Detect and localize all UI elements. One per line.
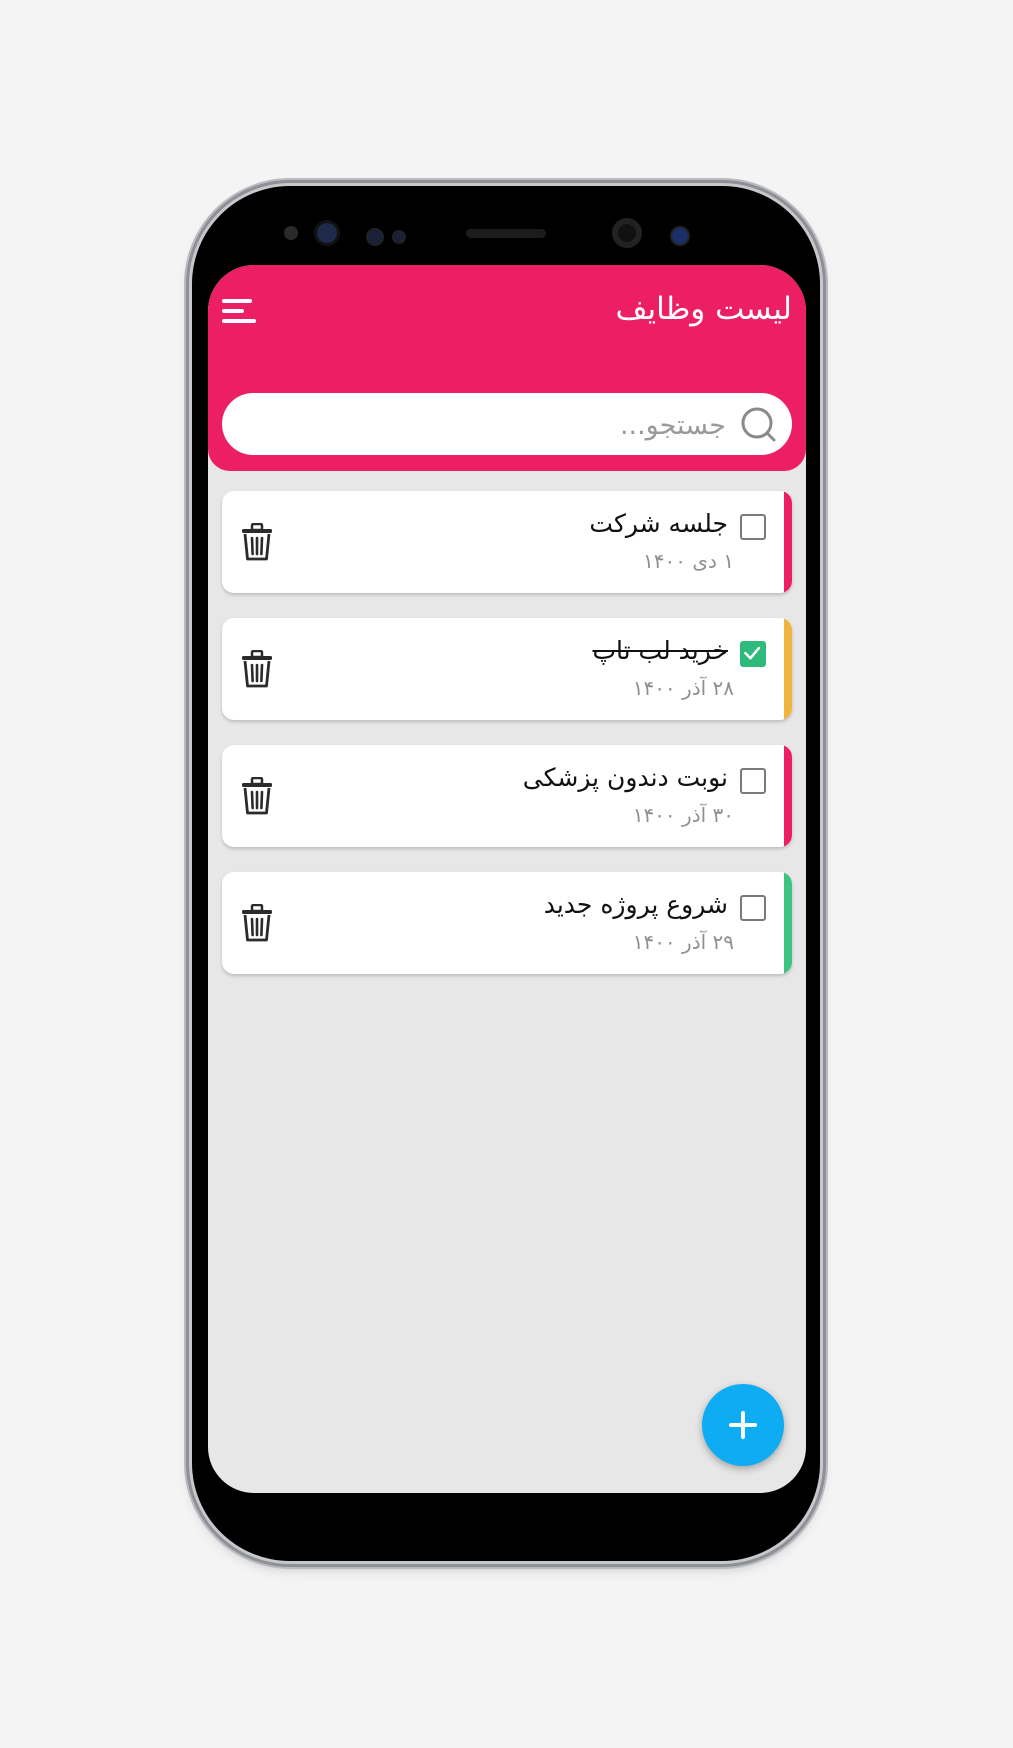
task-date: ۱ دی ۱۴۰۰ [643, 549, 734, 573]
earpiece-speaker [466, 229, 546, 238]
task-title: نوبت دندون پزشکی [522, 763, 728, 792]
search-input[interactable] [264, 404, 728, 446]
task-title: شروع پروژه جدید [543, 890, 728, 919]
search-icon [741, 407, 776, 442]
add-task-button[interactable] [702, 1384, 784, 1466]
task-card[interactable]: خرید لب تاپ ۲۸ آذر ۱۴۰۰ [222, 618, 792, 720]
app-screen: لیست وظایف جلسه شرکت ۱ دی ۱۴۰۰ [208, 265, 806, 1493]
search-bar [222, 393, 792, 455]
front-camera-secondary [670, 226, 690, 246]
task-checkbox[interactable] [740, 514, 766, 540]
task-card[interactable]: شروع پروژه جدید ۲۹ آذر ۱۴۰۰ [222, 872, 792, 974]
app-header: لیست وظایف [208, 265, 806, 471]
task-card[interactable]: جلسه شرکت ۱ دی ۱۴۰۰ [222, 491, 792, 593]
task-color-bar [784, 491, 792, 593]
trash-icon[interactable] [240, 777, 274, 815]
task-card[interactable]: نوبت دندون پزشکی ۳۰ آذر ۱۴۰۰ [222, 745, 792, 847]
task-checkbox[interactable] [740, 768, 766, 794]
front-sensor-small [392, 230, 406, 244]
task-date: ۲۸ آذر ۱۴۰۰ [632, 676, 734, 700]
task-title: خرید لب تاپ [592, 636, 729, 665]
phone-power-button [820, 615, 826, 709]
task-color-bar [784, 745, 792, 847]
task-color-bar [784, 618, 792, 720]
trash-icon[interactable] [240, 523, 274, 561]
front-sensor [366, 228, 384, 246]
page-title: لیست وظایف [615, 291, 792, 327]
task-title: جلسه شرکت [589, 509, 728, 538]
trash-icon[interactable] [240, 650, 274, 688]
proximity-sensor [284, 226, 298, 240]
task-checkbox[interactable] [740, 895, 766, 921]
task-color-bar [784, 872, 792, 974]
front-camera [612, 218, 642, 248]
task-date: ۳۰ آذر ۱۴۰۰ [632, 803, 734, 827]
task-checkbox[interactable] [740, 641, 766, 667]
trash-icon[interactable] [240, 904, 274, 942]
task-date: ۲۹ آذر ۱۴۰۰ [632, 930, 734, 954]
check-icon [744, 646, 761, 660]
menu-icon[interactable] [222, 299, 256, 325]
iris-scanner [314, 220, 340, 246]
